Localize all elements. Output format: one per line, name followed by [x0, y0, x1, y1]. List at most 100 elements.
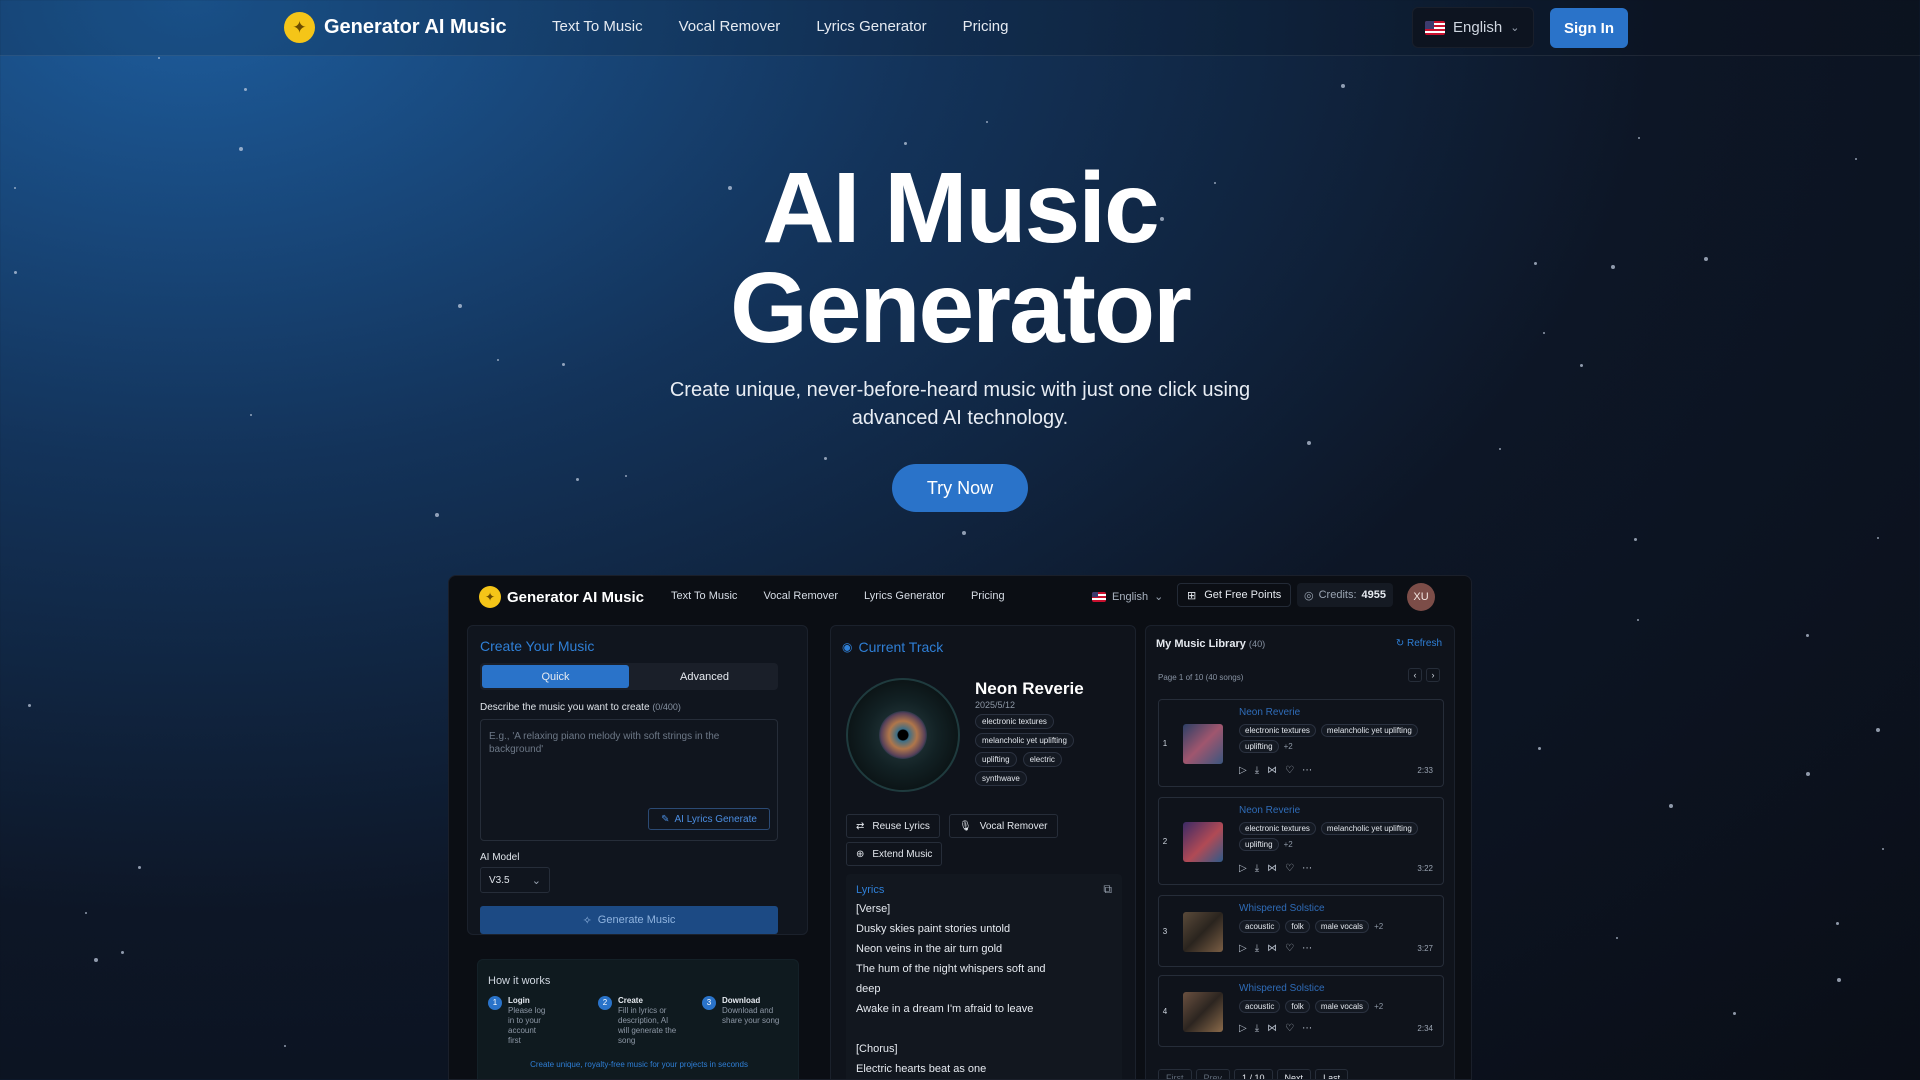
heart-icon[interactable]: ♡ — [1285, 765, 1294, 776]
more-icon[interactable]: ⋯ — [1302, 943, 1312, 954]
star — [1806, 634, 1809, 637]
get-free-points-label: Get Free Points — [1204, 589, 1282, 601]
download-icon[interactable]: ⤓ — [1255, 943, 1259, 954]
refresh-button[interactable]: ↻ Refresh — [1396, 638, 1442, 649]
more-icon[interactable]: ⋯ — [1302, 1023, 1312, 1034]
pager-prev-button[interactable]: Prev — [1195, 1069, 1231, 1079]
song-cover — [1183, 724, 1223, 764]
song-tags: electronic textures melancholic yet upli… — [1239, 724, 1439, 753]
library-song-row[interactable]: 2 Neon Reverie electronic textures melan… — [1158, 797, 1444, 885]
step-login: 1 Login Please log in to your account fi… — [488, 996, 583, 1046]
share-icon[interactable]: ⋈ — [1267, 1023, 1277, 1034]
nav-link-text-to-music[interactable]: Text To Music — [552, 18, 643, 35]
star — [1836, 922, 1839, 925]
song-tag: electronic textures — [1239, 724, 1316, 737]
library-page-arrows: ‹ › — [1408, 668, 1440, 682]
download-icon[interactable]: ⤓ — [1255, 1023, 1259, 1034]
star — [497, 359, 499, 361]
pager-first-button[interactable]: First — [1158, 1069, 1192, 1079]
download-icon[interactable]: ⤓ — [1255, 765, 1259, 776]
star — [986, 121, 988, 123]
share-icon[interactable]: ⋈ — [1267, 863, 1277, 874]
share-icon[interactable]: ⋈ — [1267, 943, 1277, 954]
step-number: 3 — [702, 996, 716, 1010]
song-duration: 3:27 — [1417, 944, 1433, 953]
song-index: 4 — [1162, 1007, 1168, 1016]
chevron-left-icon[interactable]: ‹ — [1408, 668, 1422, 682]
sign-in-button[interactable]: Sign In — [1550, 8, 1628, 48]
step-title: Login — [508, 996, 530, 1005]
song-tag: electronic textures — [1239, 822, 1316, 835]
more-icon[interactable]: ⋯ — [1302, 863, 1312, 874]
play-icon[interactable]: ▷ — [1239, 765, 1247, 776]
star — [239, 147, 243, 151]
ai-lyrics-generate-label: AI Lyrics Generate — [674, 813, 757, 825]
song-name[interactable]: Neon Reverie — [1239, 805, 1300, 816]
heart-icon[interactable]: ♡ — [1285, 863, 1294, 874]
play-icon[interactable]: ▷ — [1239, 943, 1247, 954]
app-logo-text: Generator AI Music — [507, 588, 644, 606]
app-language-selector[interactable]: English ⌄ — [1092, 590, 1163, 603]
current-track-panel: ◉ Current Track Neon Reverie 2025/5/12 e… — [830, 625, 1136, 1079]
vinyl-disc — [846, 678, 960, 792]
share-icon[interactable]: ⋈ — [1267, 765, 1277, 776]
get-free-points-button[interactable]: ⊞ Get Free Points — [1177, 583, 1292, 607]
song-name[interactable]: Whispered Solstice — [1239, 903, 1325, 914]
song-cover — [1183, 912, 1223, 952]
nav-link-lyrics-generator[interactable]: Lyrics Generator — [816, 18, 926, 35]
app-nav-pricing[interactable]: Pricing — [971, 590, 1005, 602]
site-logo[interactable]: ✦ Generator AI Music — [284, 12, 507, 43]
lyric-line: deep — [856, 983, 881, 995]
song-index: 1 — [1162, 739, 1168, 748]
hero-title-line1: AI Music — [762, 152, 1159, 264]
star — [1616, 937, 1618, 939]
song-tag: male vocals — [1314, 1000, 1370, 1013]
user-avatar[interactable]: XU — [1407, 583, 1435, 611]
app-nav-lyrics-generator[interactable]: Lyrics Generator — [864, 590, 945, 602]
nav-link-pricing[interactable]: Pricing — [963, 18, 1009, 35]
app-nav-text-to-music[interactable]: Text To Music — [671, 590, 737, 602]
repeat-icon: ⇄ — [856, 820, 865, 832]
try-now-button[interactable]: Try Now — [892, 464, 1028, 512]
extend-music-button[interactable]: ⊕ Extend Music — [846, 842, 943, 866]
language-selector[interactable]: English ⌄ — [1412, 7, 1534, 48]
ai-model-label: AI Model — [480, 852, 520, 863]
pager-last-button[interactable]: Last — [1315, 1069, 1349, 1079]
app-nav-vocal-remover[interactable]: Vocal Remover — [763, 590, 838, 602]
song-tags: acoustic folk male vocals +2 — [1239, 1000, 1439, 1013]
lyric-line: Dusky skies paint stories untold — [856, 923, 1011, 935]
play-icon[interactable]: ▷ — [1239, 863, 1247, 874]
top-navbar: ✦ Generator AI Music Text To Music Vocal… — [0, 0, 1920, 56]
nav-link-vocal-remover[interactable]: Vocal Remover — [679, 18, 781, 35]
generate-music-button[interactable]: ✧ Generate Music — [480, 906, 778, 934]
star — [1876, 728, 1880, 732]
chevron-right-icon[interactable]: › — [1426, 668, 1440, 682]
tab-quick[interactable]: Quick — [482, 665, 629, 688]
song-tag: melancholic yet uplifting — [1320, 724, 1418, 737]
ai-model-select[interactable]: V3.5 ⌄ — [480, 867, 550, 893]
star — [824, 457, 827, 460]
ai-lyrics-generate-button[interactable]: ✎ AI Lyrics Generate — [648, 808, 770, 830]
heart-icon[interactable]: ♡ — [1285, 943, 1294, 954]
star — [1638, 137, 1640, 139]
refresh-label: Refresh — [1406, 638, 1442, 649]
tab-advanced[interactable]: Advanced — [631, 663, 778, 690]
more-icon[interactable]: ⋯ — [1302, 765, 1312, 776]
app-language-label: English — [1112, 590, 1149, 603]
song-name[interactable]: Whispered Solstice — [1239, 983, 1325, 994]
lyric-line: Neon veins in the air turn gold — [856, 943, 1003, 955]
reuse-lyrics-button[interactable]: ⇄ Reuse Lyrics — [846, 814, 940, 838]
vocal-remover-button[interactable]: 🎙︎ Vocal Remover — [949, 814, 1058, 838]
hero-title: AI Music Generator — [0, 158, 1920, 358]
copy-icon[interactable]: ⧉ — [1103, 882, 1112, 897]
app-logo[interactable]: ✦ Generator AI Music — [479, 586, 644, 608]
library-song-row[interactable]: 1 Neon Reverie electronic textures melan… — [1158, 699, 1444, 787]
song-name[interactable]: Neon Reverie — [1239, 707, 1300, 718]
library-song-row[interactable]: 3 Whispered Solstice acoustic folk male … — [1158, 895, 1444, 967]
play-icon[interactable]: ▷ — [1239, 1023, 1247, 1034]
step-title: Download — [722, 996, 761, 1005]
download-icon[interactable]: ⤓ — [1255, 863, 1259, 874]
heart-icon[interactable]: ♡ — [1285, 1023, 1294, 1034]
pager-next-button[interactable]: Next — [1276, 1069, 1312, 1079]
library-song-row[interactable]: 4 Whispered Solstice acoustic folk male … — [1158, 975, 1444, 1047]
